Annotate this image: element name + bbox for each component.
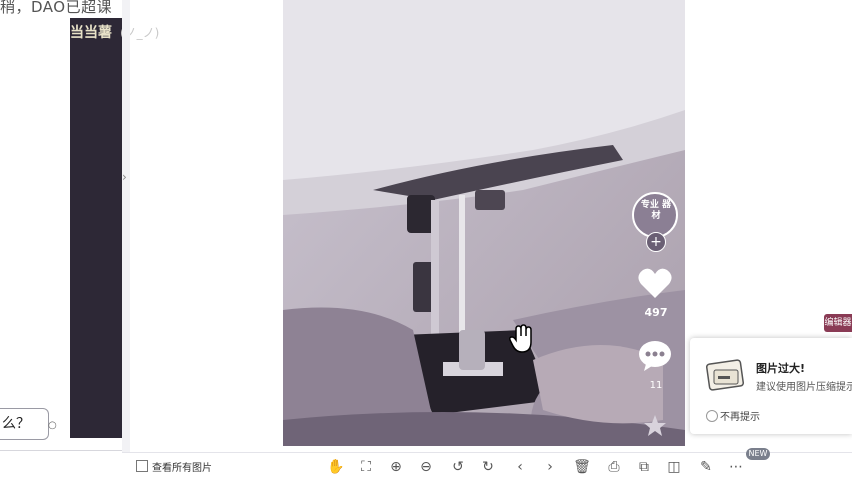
- follow-plus-icon[interactable]: +: [646, 232, 666, 252]
- rotate-left-icon[interactable]: ↺: [448, 457, 468, 477]
- sewing-machine-photo: [283, 0, 685, 446]
- notice-title: 图片过大!: [756, 362, 806, 375]
- heart-icon[interactable]: [637, 266, 673, 304]
- zoom-out-icon[interactable]: ⊖: [416, 457, 436, 477]
- bubble-tail-icon: ○: [48, 420, 57, 431]
- more-icon[interactable]: ⋯: [726, 457, 746, 477]
- star-icon[interactable]: [643, 414, 667, 442]
- view-all-images-button[interactable]: 查看所有图片: [136, 459, 212, 474]
- dark-panel: [70, 18, 122, 438]
- delete-icon[interactable]: 🗑: [572, 457, 592, 477]
- dont-show-again-label[interactable]: 不再提示: [720, 408, 760, 423]
- chat-bubble[interactable]: 么？: [0, 408, 49, 440]
- new-badge: NEW: [746, 448, 770, 460]
- viewer-edge: [122, 0, 130, 452]
- comment-count: 11: [649, 380, 663, 391]
- dont-show-again-checkbox[interactable]: [706, 410, 718, 422]
- copy-icon[interactable]: ⧉: [634, 457, 654, 477]
- compare-icon[interactable]: ◫: [664, 457, 684, 477]
- collapse-arrow-icon[interactable]: ›: [122, 170, 127, 184]
- rotate-right-icon[interactable]: ↻: [478, 457, 498, 477]
- notice-description: 建议使用图片压缩提示: [756, 382, 852, 393]
- image-too-large-notice: 图片过大! 建议使用图片压缩提示 不再提示: [690, 338, 852, 434]
- hand-cursor-icon: [508, 324, 536, 358]
- divider: [0, 450, 122, 451]
- image-file-icon: [704, 354, 748, 398]
- next-icon[interactable]: ›: [540, 457, 560, 477]
- fit-screen-icon[interactable]: ⛶: [356, 457, 376, 477]
- edit-icon[interactable]: ✎: [696, 457, 716, 477]
- photo-illustration: [283, 0, 685, 446]
- view-all-label: 查看所有图片: [152, 463, 212, 474]
- editor-pane: 稍，DAO已超课 当当薯 么？ ○: [0, 0, 123, 452]
- prev-icon[interactable]: ‹: [510, 457, 530, 477]
- print-icon[interactable]: ⎙: [604, 457, 624, 477]
- comment-icon[interactable]: [638, 340, 672, 376]
- editor-top-text: 稍，DAO已超课: [0, 0, 113, 16]
- bottom-toolbar: 查看所有图片 ✋ ⛶ ⊕ ⊖ ↺ ↻ ‹ › 🗑 ⎙ ⧉ ◫ ✎ ⋯: [122, 452, 852, 481]
- avatar-label: 专业 器材: [640, 200, 672, 221]
- zoom-in-icon[interactable]: ⊕: [386, 457, 406, 477]
- panel-title: 当当薯: [70, 25, 112, 41]
- grid-icon: [136, 460, 148, 472]
- side-tag[interactable]: 编辑器: [824, 314, 852, 332]
- hand-icon[interactable]: ✋: [326, 457, 346, 477]
- like-count: 497: [644, 306, 668, 319]
